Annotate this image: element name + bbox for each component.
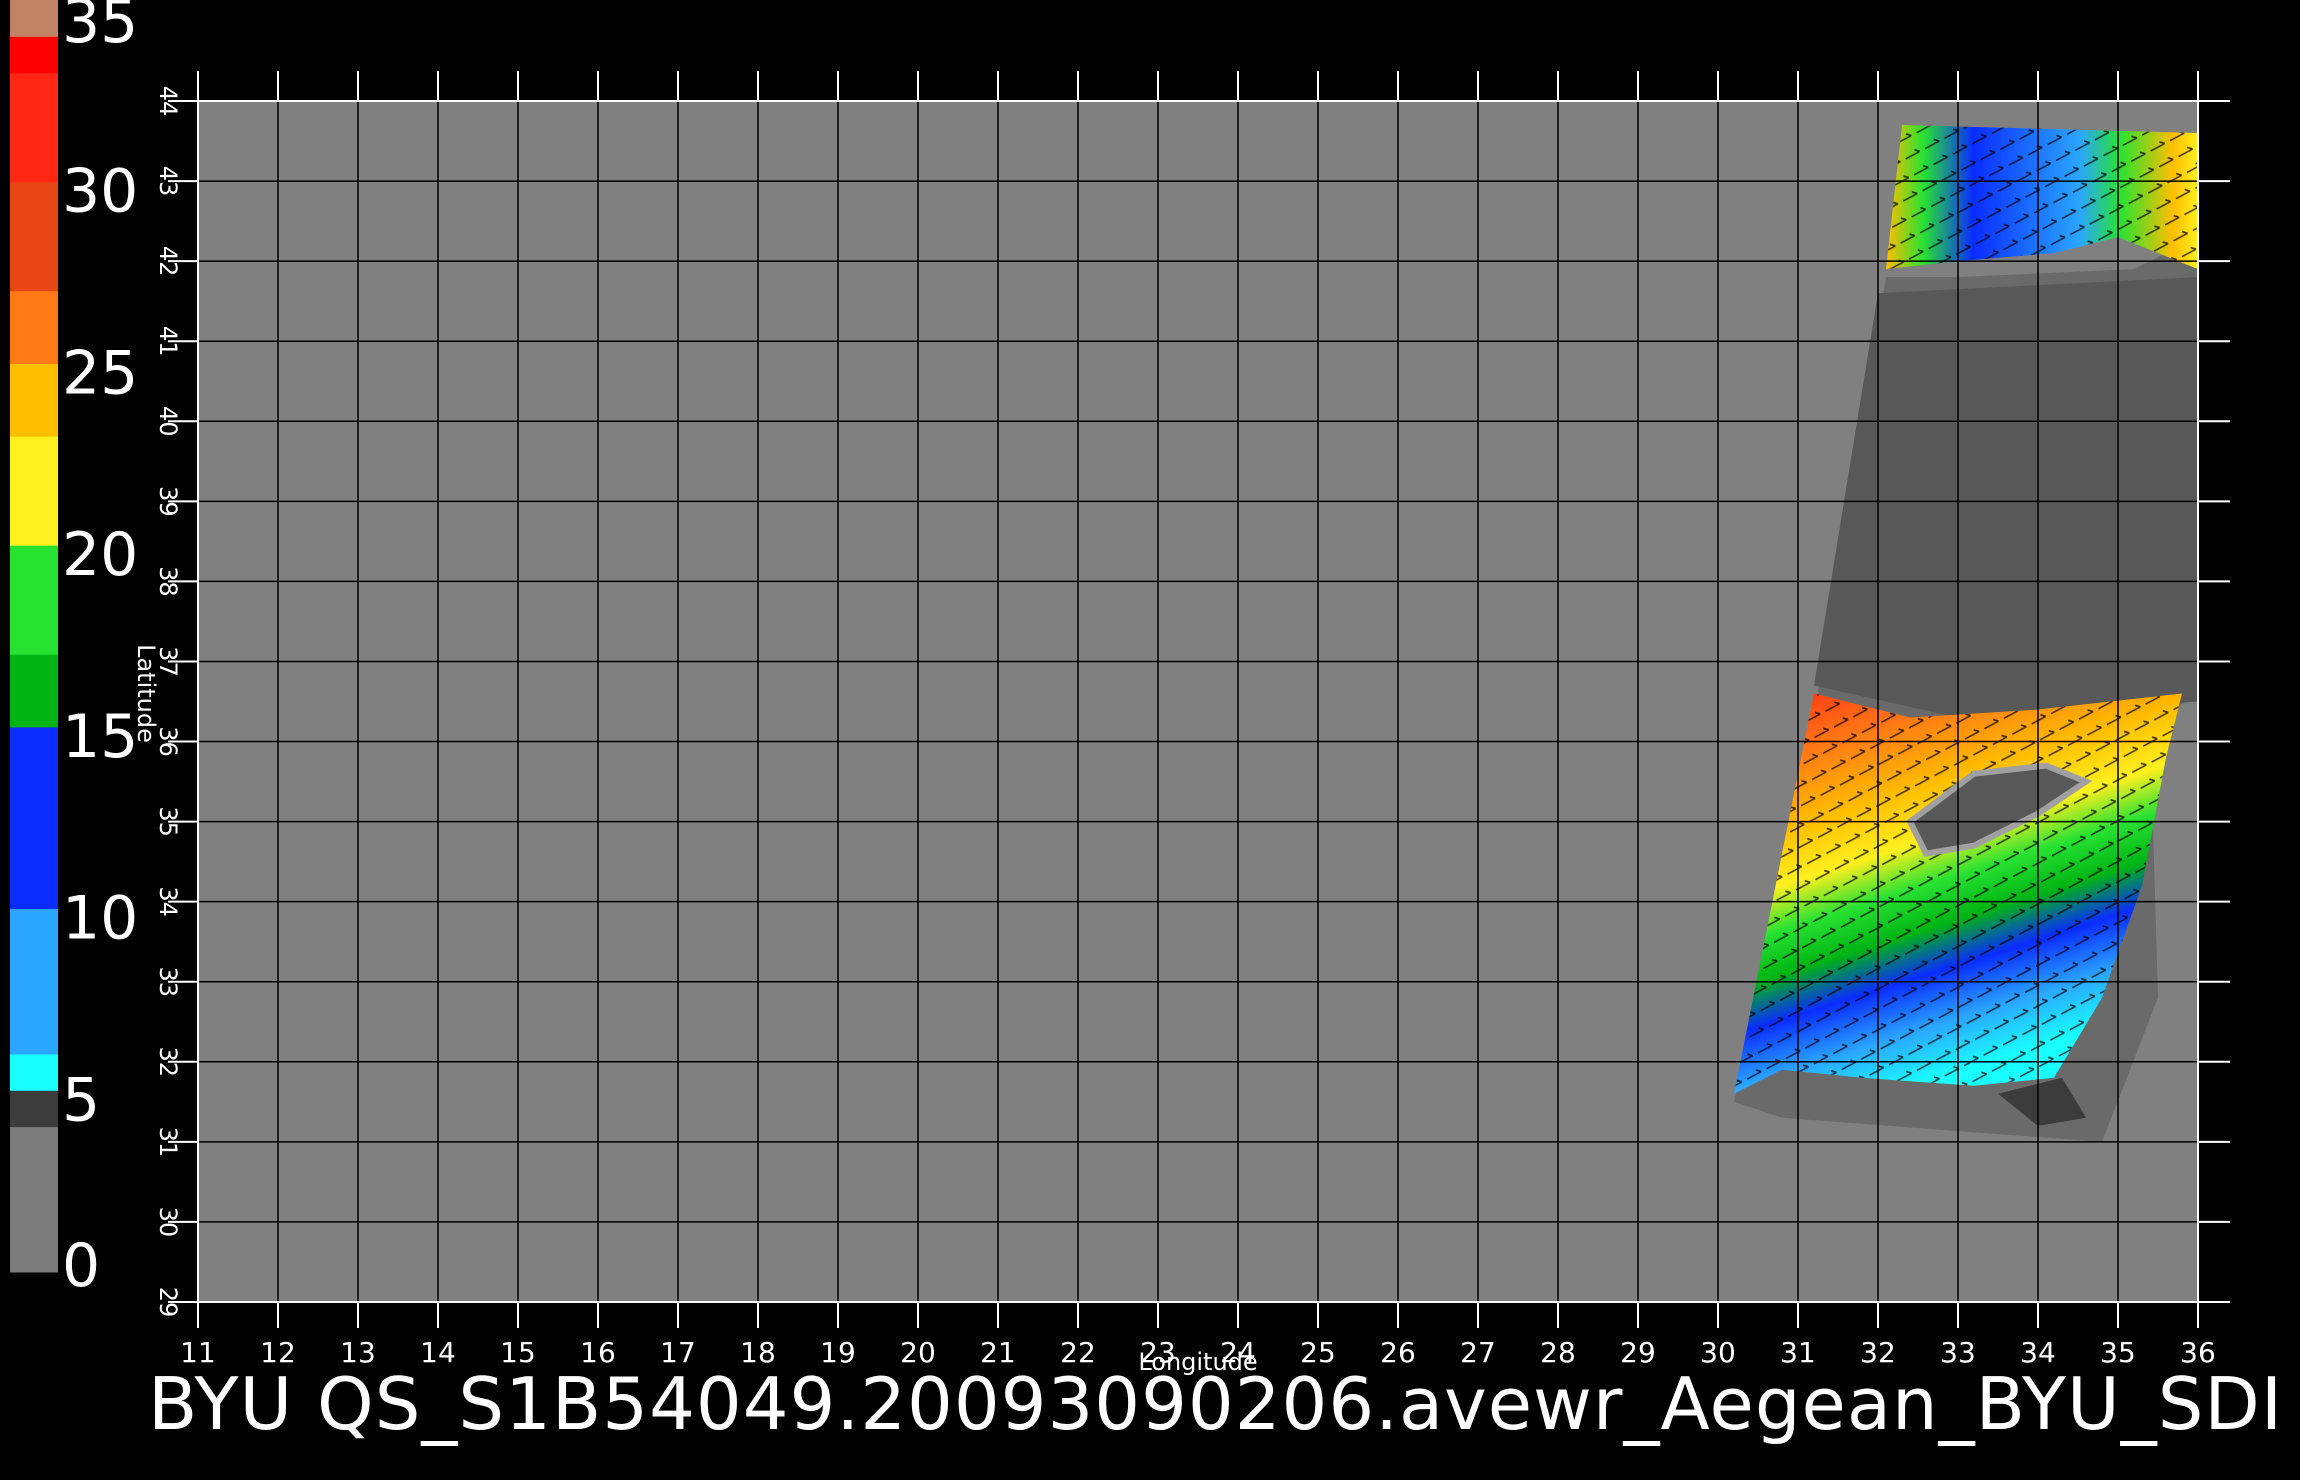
y-tick-label: 42 xyxy=(154,246,182,277)
figure: 11 12 13 14 15 16 17 18 19 20 21 22 23 24 25 26 27 28 29 30… xyxy=(0,0,2300,1480)
colorbar-band xyxy=(10,72,58,183)
colorbar-band xyxy=(10,290,58,364)
colorbar-band xyxy=(10,1053,58,1091)
colorbar-band xyxy=(10,1126,58,1273)
colorbar-band xyxy=(10,1090,58,1128)
y-tick-label: 40 xyxy=(154,406,182,437)
colorbar-band xyxy=(10,181,58,292)
y-tick-label: 29 xyxy=(154,1287,182,1318)
colorbar-band xyxy=(10,363,58,437)
y-tick-label: 38 xyxy=(154,566,182,597)
y-tick-label: 30 xyxy=(154,1207,182,1238)
wind-vectors-north xyxy=(1886,125,2198,270)
colorbar-band xyxy=(10,36,58,74)
y-tick-label: 39 xyxy=(154,486,182,517)
y-tick-label: 32 xyxy=(154,1047,182,1078)
y-tick-label: 43 xyxy=(154,166,182,197)
colorbar-band xyxy=(10,726,58,910)
colorbar-tick-label: 10 xyxy=(62,884,138,954)
colorbar-tick-label: 30 xyxy=(62,157,138,227)
colorbar-tick-label: 25 xyxy=(62,338,138,408)
y-tick-label: 33 xyxy=(154,966,182,997)
wind-speed-map: 11 12 13 14 15 16 17 18 19 20 21 22 23 24 25 26 27 28 29 30… xyxy=(10,0,2230,1376)
colorbar-band xyxy=(10,908,58,1055)
colorbar-tick-label: 0 xyxy=(62,1231,100,1301)
y-tick-label: 41 xyxy=(154,326,182,357)
y-tick-label: 31 xyxy=(154,1127,182,1158)
colorbar: 0 5 10 15 20 25 30 35 xyxy=(10,0,138,1301)
colorbar-tick-label: 15 xyxy=(62,702,138,772)
colorbar-band xyxy=(10,436,58,546)
colorbar-tick-label: 35 xyxy=(62,0,138,57)
image-title: BYU QS_S1B54049.20093090206.avewr_Aegean… xyxy=(148,1362,2284,1446)
colorbar-tick-label: 20 xyxy=(62,520,138,590)
y-tick-label: 35 xyxy=(154,806,182,837)
colorbar-tick-label: 5 xyxy=(62,1065,100,1135)
y-tick-label: 44 xyxy=(154,86,182,117)
colorbar-band xyxy=(10,545,58,655)
y-tick-label: 34 xyxy=(154,886,182,917)
y-axis-label: Latitude xyxy=(132,644,160,743)
colorbar-band xyxy=(10,0,58,37)
colorbar-band xyxy=(10,654,58,728)
land-black-sea-coast xyxy=(1814,277,2198,718)
